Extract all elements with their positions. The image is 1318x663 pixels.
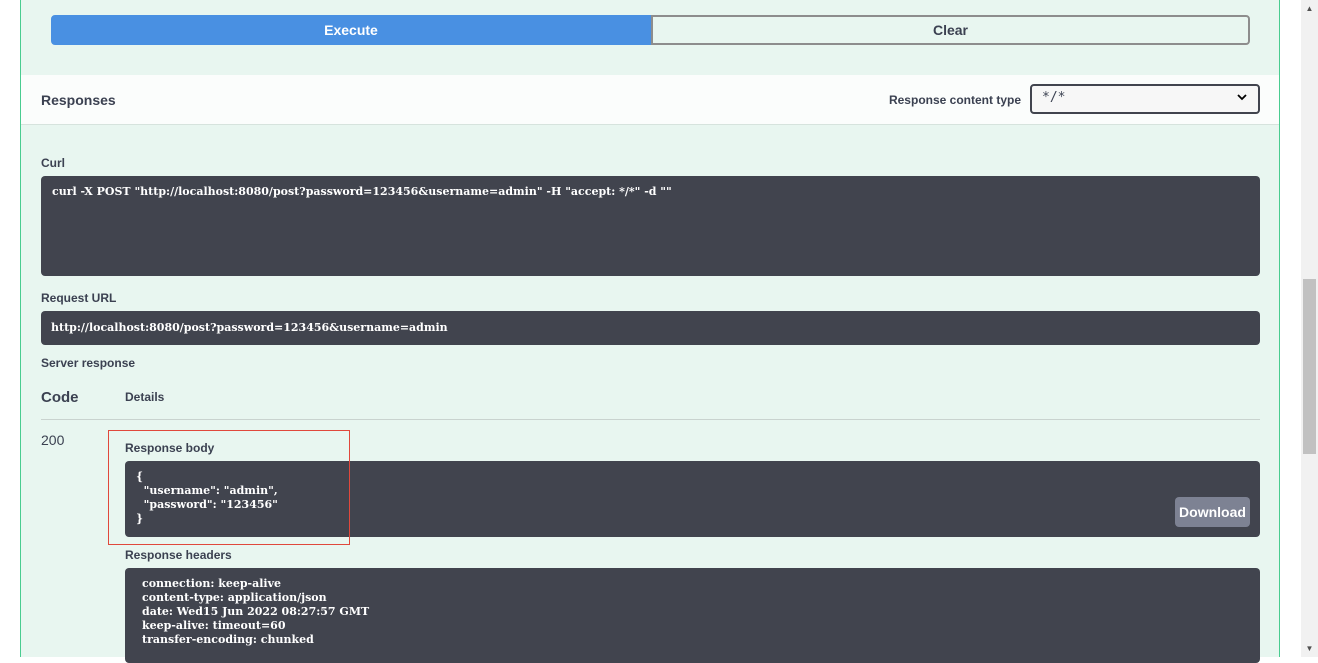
responses-title: Responses	[41, 92, 116, 108]
scroll-up-arrow-icon[interactable]: ▲	[1301, 0, 1318, 17]
response-content-type-value: */*	[1042, 90, 1066, 105]
curl-label: Curl	[41, 156, 65, 170]
server-response-label: Server response	[41, 356, 136, 370]
chevron-down-icon	[1236, 91, 1248, 107]
annotation-highlight-box	[108, 430, 350, 545]
download-button[interactable]: Download	[1175, 497, 1250, 527]
responses-header: Responses Response content type */*	[21, 75, 1279, 125]
execute-button[interactable]: Execute	[51, 15, 651, 45]
response-content-type-label: Response content type	[888, 93, 1021, 107]
details-column-header: Details	[125, 390, 165, 404]
response-code: 200	[41, 432, 65, 448]
request-url-label: Request URL	[41, 291, 117, 305]
response-content-type-select[interactable]: */*	[1030, 84, 1260, 114]
request-url-value: http://localhost:8080/post?password=1234…	[41, 311, 1260, 345]
curl-command: curl -X POST "http://localhost:8080/post…	[41, 176, 1260, 276]
table-divider	[41, 419, 1260, 420]
execute-wrapper: Execute Clear	[51, 15, 1250, 45]
scrollbar-thumb[interactable]	[1303, 279, 1316, 454]
clear-button[interactable]: Clear	[651, 15, 1250, 45]
scroll-down-arrow-icon[interactable]: ▼	[1301, 640, 1318, 657]
response-headers-label: Response headers	[125, 548, 232, 562]
code-column-header: Code	[41, 389, 79, 406]
response-headers: connection: keep-alive content-type: app…	[125, 568, 1260, 663]
